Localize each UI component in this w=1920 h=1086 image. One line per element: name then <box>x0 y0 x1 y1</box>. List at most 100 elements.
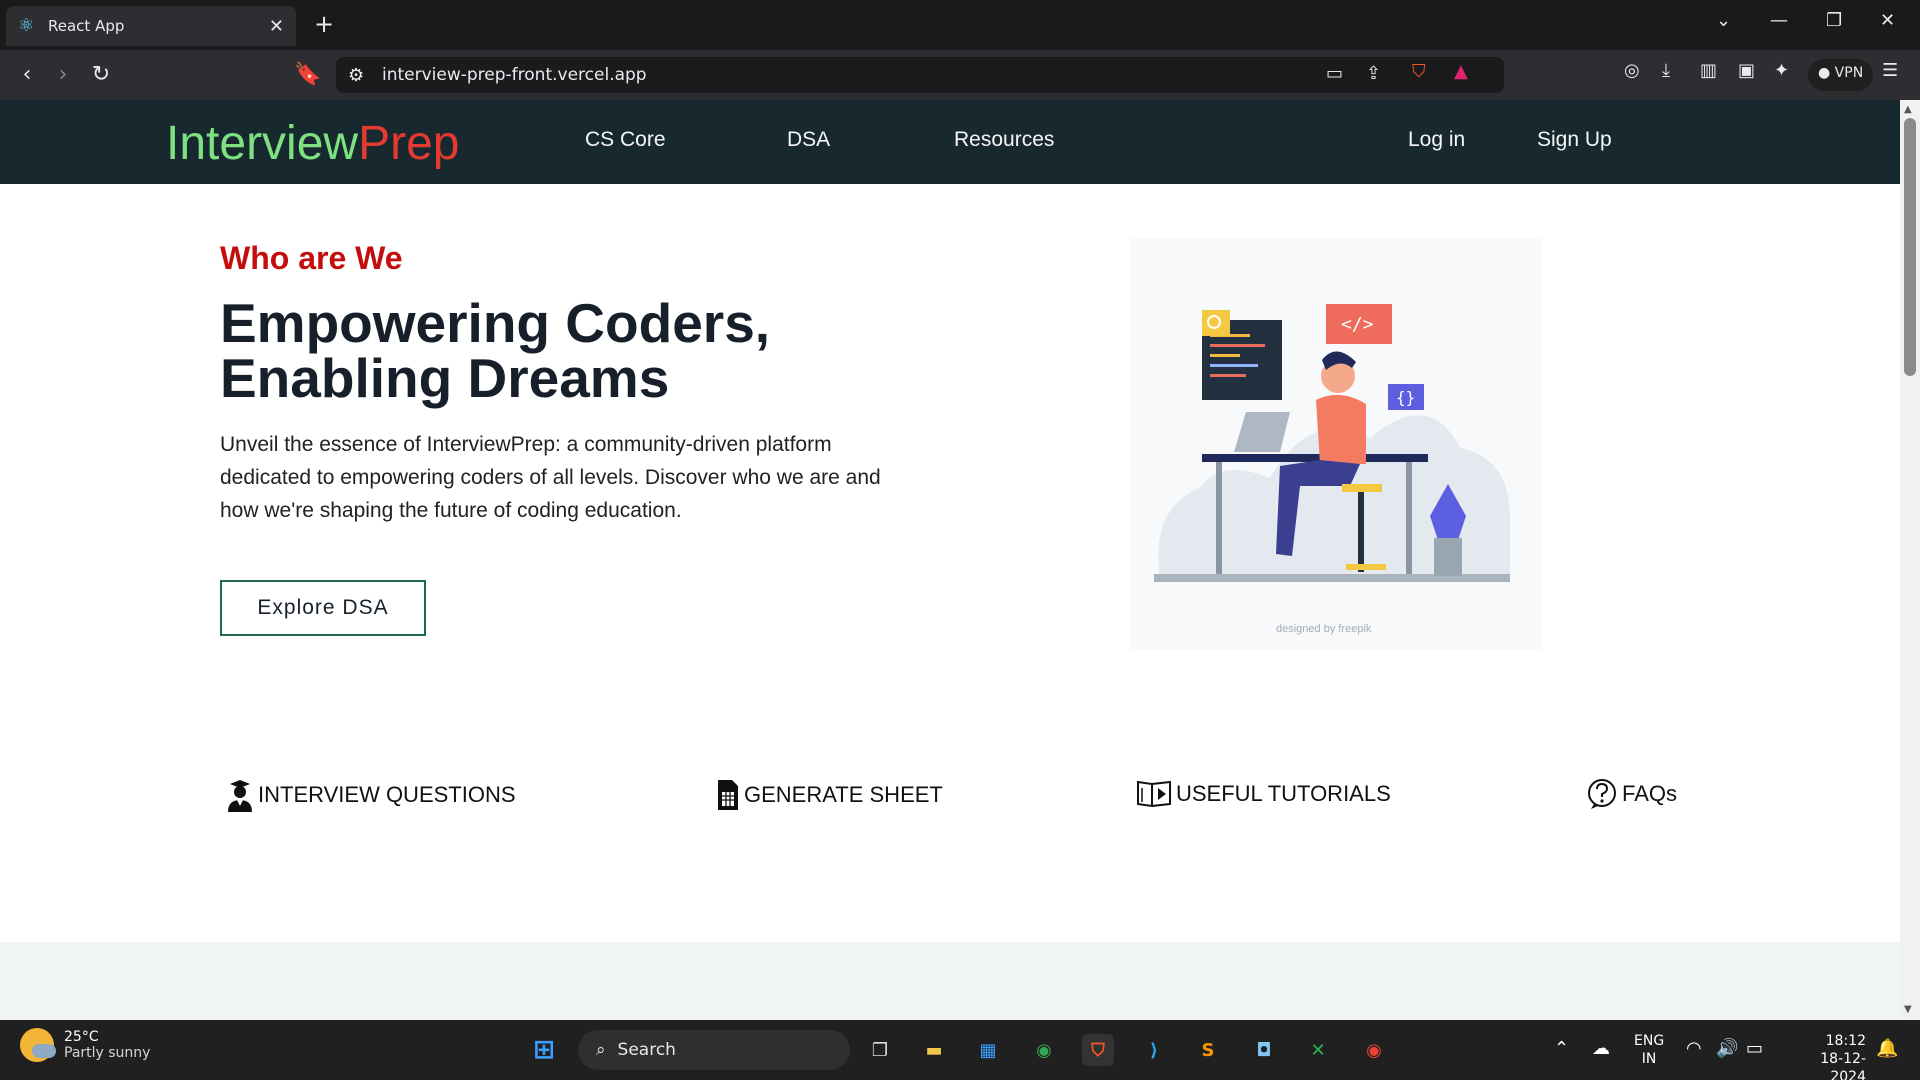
lang-bottom: IN <box>1641 1051 1657 1067</box>
signup-link[interactable]: Sign Up <box>1537 128 1612 152</box>
feature-interview-questions[interactable]: INTERVIEW QUESTIONS <box>226 778 516 812</box>
brave-shield-icon[interactable]: ⛉ <box>1412 61 1426 82</box>
search-label: Search <box>617 1040 676 1060</box>
svg-text:{}: {} <box>1396 388 1415 407</box>
task-view-icon[interactable]: ❐ <box>864 1034 896 1066</box>
forward-button[interactable]: › <box>50 62 76 87</box>
time: 18:12 <box>1825 1033 1866 1049</box>
tab-title: React App <box>48 17 125 35</box>
chrome-icon[interactable]: ◉ <box>1028 1034 1060 1066</box>
nav-dsa[interactable]: DSA <box>787 128 830 152</box>
footer-band <box>0 942 1900 1020</box>
app-icon[interactable]: ◘ <box>1248 1034 1280 1066</box>
vpn-status-icon: ● <box>1818 65 1835 81</box>
sidebar-icon[interactable]: ▥ <box>1700 60 1717 81</box>
brave-icon[interactable]: ⛉ <box>1082 1034 1114 1066</box>
page-scrollbar[interactable]: ▲ ▼ <box>1900 100 1920 1020</box>
back-button[interactable]: ‹ <box>14 62 40 87</box>
browser-window: ⚛ React App ✕ + ⌄ — ❐ ✕ ‹ › ↻ 🔖 ⚙ interv… <box>0 0 1920 1020</box>
menu-icon[interactable]: ☰ <box>1882 60 1898 81</box>
logo-part-2: Prep <box>358 117 460 170</box>
battery-icon[interactable]: ▭ <box>1746 1038 1763 1059</box>
brave-rewards-icon[interactable]: ▲ <box>1454 61 1468 82</box>
illustration-credit: designed by freepik <box>1276 623 1372 635</box>
login-link[interactable]: Log in <box>1408 128 1465 152</box>
sublime-text-icon[interactable]: S <box>1192 1034 1224 1066</box>
feature-label: INTERVIEW QUESTIONS <box>258 782 516 807</box>
restore-button[interactable]: ❐ <box>1826 10 1842 31</box>
hero-illustration: </> {} designed by freepik <box>1130 238 1542 650</box>
feature-generate-sheet[interactable]: GENERATE SHEET <box>716 778 943 812</box>
vpn-label: VPN <box>1834 65 1864 81</box>
download-icon[interactable]: ⤓ <box>1662 60 1670 81</box>
weather-temp: 25°C <box>64 1029 99 1045</box>
tab-strip: ⚛ React App ✕ + ⌄ — ❐ ✕ <box>0 0 1920 50</box>
sheet-icon <box>718 780 738 810</box>
page-content: InterviewPrep CS Core DSA Resources Log … <box>0 100 1900 1020</box>
windows-taskbar: 25°C Partly sunny ⊞ ⌕ Search ❐ ▬ ▦ ◉ ⛉ ⟩… <box>0 1020 1920 1085</box>
hero-title: Empowering Coders, Enabling Dreams <box>220 292 771 409</box>
feature-label: USEFUL TUTORIALS <box>1176 781 1391 806</box>
volume-icon[interactable]: 🔊 <box>1716 1038 1738 1059</box>
wallet-icon[interactable]: ▣ <box>1738 60 1755 81</box>
browser-toolbar: ‹ › ↻ 🔖 ⚙ interview-prep-front.vercel.ap… <box>0 50 1920 100</box>
share-icon[interactable]: ⇪ <box>1366 63 1381 84</box>
new-tab-button[interactable]: + <box>314 10 334 38</box>
question-circle-icon <box>1588 779 1616 809</box>
lang-top: ENG <box>1634 1033 1665 1049</box>
bookmark-icon[interactable]: 🔖 <box>294 62 321 87</box>
vscode-icon[interactable]: ⟩ <box>1138 1034 1170 1066</box>
site-navbar: InterviewPrep CS Core DSA Resources Log … <box>0 100 1900 184</box>
chevron-up-icon[interactable]: ⌃ <box>1554 1038 1569 1059</box>
video-book-icon <box>1137 780 1171 808</box>
react-icon: ⚛ <box>18 15 35 36</box>
feature-label: FAQs <box>1622 781 1678 806</box>
feature-faqs[interactable]: FAQs <box>1586 778 1677 810</box>
hero-description: Unveil the essence of InterviewPrep: a c… <box>220 433 881 522</box>
windows-start-icon[interactable]: ⊞ <box>528 1034 560 1066</box>
cast-icon[interactable]: ▭ <box>1326 63 1343 84</box>
scroll-down-icon[interactable]: ▼ <box>1904 1004 1912 1015</box>
partly-sunny-icon <box>20 1028 56 1062</box>
feature-useful-tutorials[interactable]: USEFUL TUTORIALS <box>1136 778 1391 810</box>
site-logo[interactable]: InterviewPrep <box>166 116 459 171</box>
feature-label: GENERATE SHEET <box>744 782 943 807</box>
close-icon[interactable]: ✕ <box>269 16 284 37</box>
minimize-button[interactable]: — <box>1770 10 1788 31</box>
scroll-thumb[interactable] <box>1904 118 1916 376</box>
weather-desc: Partly sunny <box>64 1045 151 1061</box>
leo-icon[interactable]: ◎ <box>1624 60 1640 81</box>
weather-widget[interactable]: 25°C Partly sunny <box>20 1028 150 1062</box>
coder-at-desk-illustration: </> {} designed by freepik <box>1154 304 1510 635</box>
student-icon <box>228 780 252 812</box>
date: 18-12-2024 <box>1820 1051 1866 1085</box>
browser-tab[interactable]: ⚛ React App ✕ <box>6 6 296 46</box>
microsoft-store-icon[interactable]: ▦ <box>972 1034 1004 1066</box>
feature-bar: INTERVIEW QUESTIONS GENERATE SHEET USEFU… <box>0 774 1900 834</box>
nav-resources[interactable]: Resources <box>954 128 1054 152</box>
url-text[interactable]: interview-prep-front.vercel.app <box>382 65 647 85</box>
notification-bell-icon[interactable]: 🔔 <box>1876 1038 1898 1059</box>
search-icon: ⌕ <box>596 1040 606 1060</box>
svg-text:</>: </> <box>1341 314 1374 335</box>
wifi-icon[interactable]: ◠ <box>1686 1038 1702 1059</box>
reload-button[interactable]: ↻ <box>88 62 114 87</box>
explore-dsa-button[interactable]: Explore DSA <box>220 580 426 636</box>
hero-kicker: Who are We <box>220 240 403 276</box>
logo-part-1: Interview <box>166 117 359 170</box>
cloud-offline-icon[interactable]: ☁ <box>1592 1038 1610 1059</box>
vpn-button[interactable]: ● VPN <box>1808 59 1874 91</box>
chevron-down-icon[interactable]: ⌄ <box>1716 10 1731 31</box>
nav-cs-core[interactable]: CS Core <box>585 128 666 152</box>
chrome-icon-2[interactable]: ◉ <box>1358 1034 1390 1066</box>
site-settings-icon[interactable]: ⚙ <box>348 65 364 86</box>
taskbar-search[interactable]: ⌕ Search <box>578 1030 850 1070</box>
file-explorer-icon[interactable]: ▬ <box>918 1034 950 1066</box>
address-bar[interactable]: ⚙ interview-prep-front.vercel.app ▭ ⇪ ⛉ … <box>336 57 1504 93</box>
clock[interactable]: 18:12 18-12-2024 <box>1786 1032 1866 1086</box>
xbox-icon[interactable]: ✕ <box>1302 1034 1334 1066</box>
scroll-up-icon[interactable]: ▲ <box>1904 104 1912 115</box>
ai-star-icon[interactable]: ✦ <box>1774 60 1789 81</box>
language-indicator[interactable]: ENG IN <box>1634 1032 1664 1068</box>
window-close-button[interactable]: ✕ <box>1880 10 1895 31</box>
